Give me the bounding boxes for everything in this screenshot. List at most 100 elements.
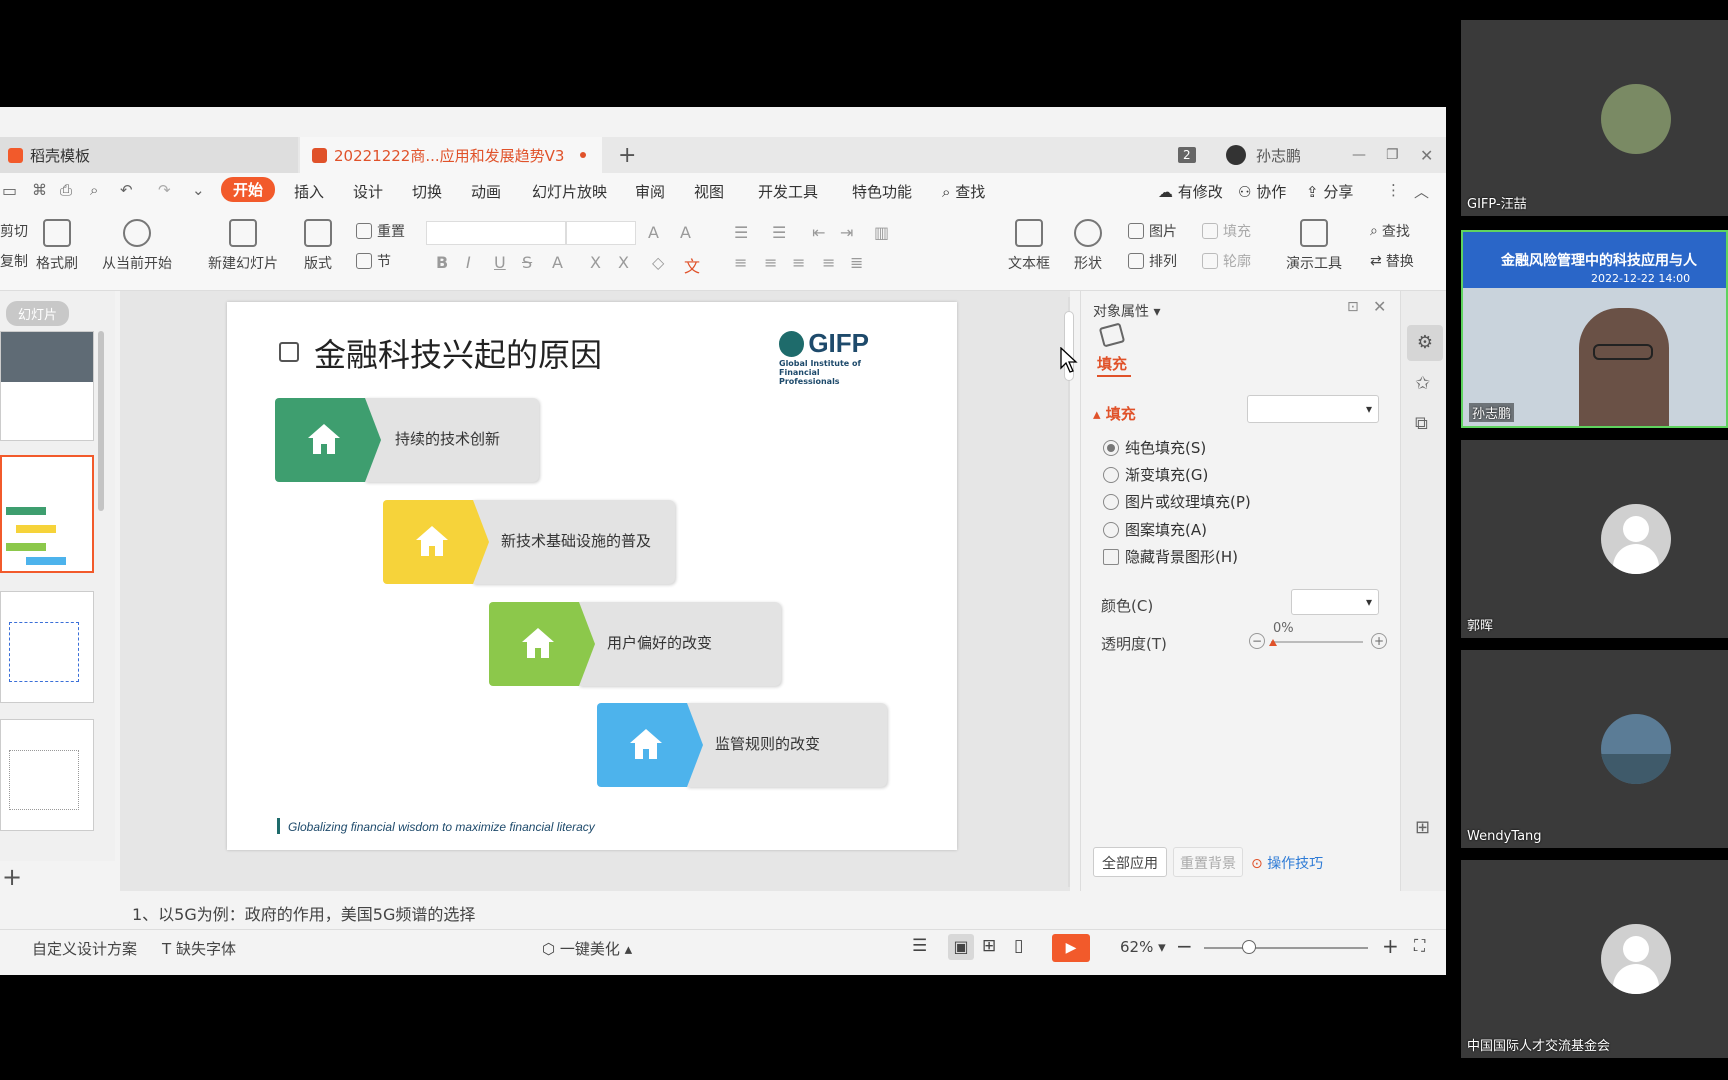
justify-icon[interactable]: ≡ [822, 253, 835, 272]
reason-step-2[interactable]: 新技术基础设施的普及 [383, 500, 675, 584]
transparency-decrease-button[interactable]: − [1249, 633, 1265, 649]
close-window-button[interactable]: ✕ [1420, 137, 1433, 173]
text-box-button[interactable]: 文本框 [1008, 219, 1050, 273]
user-account[interactable]: 孙志鹏 [1226, 137, 1301, 173]
lock-icon[interactable]: ⊡ [1347, 299, 1359, 315]
print-icon[interactable]: ⎙ [60, 181, 72, 199]
participant-tile-4[interactable]: WendyTang [1461, 650, 1728, 848]
shapes-button[interactable]: 形状 [1074, 219, 1102, 273]
menu-insert[interactable]: 插入 [294, 181, 324, 202]
one-click-beautify-button[interactable]: ⬡ 一键美化 ▴ [542, 938, 632, 959]
property-settings-icon[interactable]: ⚙ [1407, 325, 1443, 361]
reason-step-4[interactable]: 监管规则的改变 [597, 703, 887, 787]
fill-button[interactable]: 填充 [1202, 221, 1251, 241]
menu-special-features[interactable]: 特色功能 [852, 181, 912, 202]
add-slide-button[interactable]: + [2, 863, 22, 891]
menu-view[interactable]: 视图 [694, 181, 724, 202]
tab-current-presentation[interactable]: 20221222商...应用和发展趋势V3 [300, 137, 602, 173]
bold-icon[interactable]: B [436, 253, 448, 272]
indent-decrease-icon[interactable]: ⇤ [812, 223, 825, 242]
radio-pattern-fill[interactable]: 图案填充(A) [1103, 519, 1207, 540]
align-left-icon[interactable]: ≡ [734, 253, 747, 272]
transparency-slider-thumb[interactable] [1269, 639, 1277, 646]
customize-quick-access-icon[interactable]: ⌄ [192, 181, 205, 199]
copy-button[interactable]: 复制 [0, 251, 28, 271]
print-preview-icon[interactable]: ⌕ [90, 181, 98, 199]
slide-thumbnail-3[interactable] [0, 591, 94, 703]
slide[interactable]: 金融科技兴起的原因 GIFP Global Institute of Finan… [227, 302, 957, 850]
menu-design[interactable]: 设计 [353, 181, 383, 202]
underline-icon[interactable]: U [494, 253, 506, 272]
participant-tile-5[interactable]: 中国国际人才交流基金会 [1461, 860, 1728, 1058]
custom-design-button[interactable]: 自定义设计方案 [32, 938, 137, 959]
bullet-list-icon[interactable]: ☰ [734, 223, 748, 242]
section-fill-header[interactable]: ▴ 填充 [1093, 403, 1136, 424]
outline-button[interactable]: 轮廓 [1202, 251, 1251, 271]
tab-docer-templates[interactable]: 稻壳模板 [0, 137, 298, 173]
decrease-font-icon[interactable]: A [680, 223, 691, 242]
menu-developer[interactable]: 开发工具 [758, 181, 818, 202]
new-tab-button[interactable]: + [618, 137, 636, 173]
participant-tile-3[interactable]: 郭晖 [1461, 440, 1728, 638]
numbered-list-icon[interactable]: ☰ [772, 223, 786, 242]
zoom-slider-thumb[interactable] [1242, 940, 1256, 954]
slide-title[interactable]: 金融科技兴起的原因 [314, 330, 602, 376]
notes-toggle-icon[interactable]: ☰ [912, 936, 927, 956]
has-changes-button[interactable]: ☁ 有修改 [1158, 181, 1223, 202]
presentation-tools-button[interactable]: 演示工具 [1286, 219, 1342, 273]
close-pane-icon[interactable]: ✕ [1373, 297, 1386, 316]
font-size-select[interactable] [566, 221, 636, 245]
undo-icon[interactable]: ↶ [120, 181, 133, 199]
picture-button[interactable]: 图片 [1128, 221, 1177, 241]
save-icon[interactable]: ▭ [2, 181, 17, 200]
zoom-out-button[interactable]: − [1176, 934, 1193, 958]
redo-icon[interactable]: ↷ [158, 181, 171, 199]
distribute-icon[interactable]: ≣ [850, 253, 863, 272]
window-count-badge[interactable]: 2 [1178, 137, 1196, 173]
radio-solid-fill[interactable]: 纯色填充(S) [1103, 437, 1206, 458]
zoom-slider-track[interactable] [1204, 947, 1368, 949]
restore-button[interactable]: ❐ [1386, 137, 1399, 173]
grid-apps-icon[interactable]: ⊞ [1415, 817, 1430, 838]
canvas-scrollbar-track[interactable] [1068, 297, 1070, 887]
collaborate-button[interactable]: ⚇ 协作 [1238, 181, 1286, 202]
thumbnails-scrollbar[interactable] [98, 331, 104, 511]
superscript-icon[interactable]: X [590, 253, 601, 272]
align-right-icon[interactable]: ≡ [792, 253, 805, 272]
strikethrough-icon[interactable]: S [522, 253, 532, 272]
section-button[interactable]: 节 [356, 251, 391, 271]
reading-view-icon[interactable]: ▯ [1014, 936, 1023, 956]
font-color-icon[interactable]: A [552, 253, 563, 272]
start-slideshow-button[interactable]: ▶ [1052, 934, 1090, 962]
radio-gradient-fill[interactable]: 渐变填充(G) [1103, 464, 1208, 485]
cloud-icon[interactable]: ⌘ [32, 181, 47, 199]
font-family-select[interactable] [426, 221, 566, 245]
menu-animations[interactable]: 动画 [471, 181, 501, 202]
tab-fill[interactable]: 填充 [1097, 353, 1127, 374]
search-menu[interactable]: ⌕ 查找 [942, 181, 985, 202]
menu-review[interactable]: 审阅 [635, 181, 665, 202]
more-options-icon[interactable]: ⋮ [1386, 181, 1401, 199]
reset-button[interactable]: 重置 [356, 221, 405, 241]
replace-button[interactable]: ⇄ 替换 [1370, 251, 1414, 271]
menu-home[interactable]: 开始 [221, 177, 276, 202]
indent-increase-icon[interactable]: ⇥ [840, 223, 853, 242]
share-button[interactable]: ⇪ 分享 [1306, 181, 1353, 202]
menu-slideshow[interactable]: 幻灯片放映 [532, 181, 607, 202]
slide-notes[interactable]: 1、以5G为例：政府的作用，美国5G频谱的选择 [120, 891, 1080, 931]
italic-icon[interactable]: I [466, 253, 471, 272]
arrange-button[interactable]: 排列 [1128, 251, 1177, 271]
zoom-in-button[interactable]: + [1382, 934, 1399, 958]
menu-transitions[interactable]: 切换 [412, 181, 442, 202]
clear-format-icon[interactable]: ◇ [652, 253, 664, 272]
play-from-current-button[interactable]: 从当前开始 [102, 219, 172, 273]
participant-tile-1[interactable]: GIFP-汪喆 [1461, 20, 1728, 216]
apply-all-button[interactable]: 全部应用 [1093, 847, 1167, 877]
animation-star-icon[interactable]: ✩ [1415, 373, 1430, 394]
increase-font-icon[interactable]: A [648, 223, 659, 242]
fit-window-icon[interactable]: ⛶ [1414, 936, 1425, 956]
fill-type-dropdown[interactable]: ▾ [1247, 395, 1379, 423]
layout-button[interactable]: 版式 [304, 219, 332, 273]
slide-thumbnail-1[interactable] [0, 331, 94, 441]
radio-picture-fill[interactable]: 图片或纹理填充(P) [1103, 491, 1251, 512]
